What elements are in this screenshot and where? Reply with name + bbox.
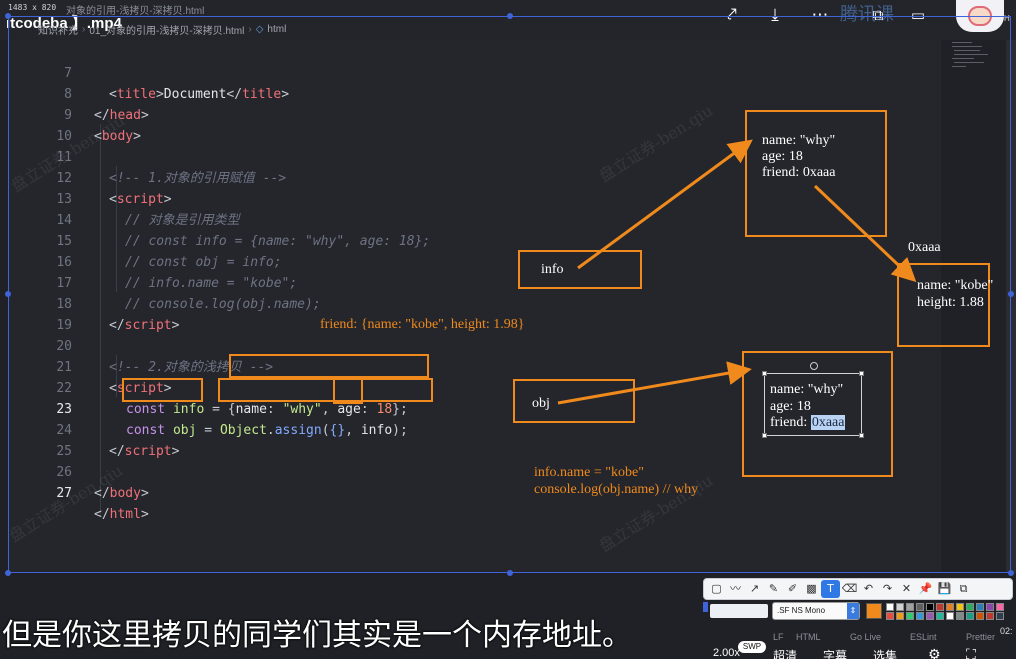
- pin-icon[interactable]: 📌: [916, 580, 935, 598]
- status-prettier[interactable]: Prettier: [966, 632, 995, 642]
- frame-handle[interactable]: [5, 291, 11, 297]
- frame-handle[interactable]: [1008, 570, 1014, 576]
- color-swatch[interactable]: [986, 612, 994, 620]
- color-swatch[interactable]: [926, 603, 934, 611]
- mosaic-tool-icon[interactable]: ▩: [802, 580, 821, 598]
- status-language[interactable]: HTML: [796, 632, 821, 642]
- quality-button[interactable]: 超清: [773, 647, 797, 659]
- status-eol[interactable]: LF: [773, 632, 784, 642]
- current-color-swatch[interactable]: [866, 603, 882, 619]
- settings-icon[interactable]: ⚙: [928, 647, 941, 659]
- text-style-bar: .SF NS Mono ⇕: [708, 602, 1013, 622]
- color-swatch[interactable]: [976, 612, 984, 620]
- swp-badge: SWP: [738, 641, 766, 653]
- fullscreen-icon[interactable]: ⛶: [966, 647, 976, 659]
- frame-handle[interactable]: [507, 13, 513, 19]
- highlighter-tool-icon[interactable]: ✐: [783, 580, 802, 598]
- color-swatch[interactable]: [906, 603, 914, 611]
- status-eslint[interactable]: ESLint: [910, 632, 937, 642]
- color-swatch[interactable]: [986, 603, 994, 611]
- frame-handle[interactable]: [5, 13, 11, 19]
- screen-annotation-frame[interactable]: [8, 16, 1011, 573]
- status-go-live[interactable]: Go Live: [850, 632, 881, 642]
- color-swatch[interactable]: [966, 612, 974, 620]
- color-swatch[interactable]: [926, 612, 934, 620]
- color-swatch[interactable]: [906, 612, 914, 620]
- color-swatch[interactable]: [966, 603, 974, 611]
- color-swatch[interactable]: [996, 612, 1004, 620]
- color-swatch[interactable]: [916, 603, 924, 611]
- close-icon[interactable]: ✕: [897, 580, 916, 598]
- frame-handle[interactable]: [507, 570, 513, 576]
- undo-icon[interactable]: ↶: [859, 580, 878, 598]
- color-swatch[interactable]: [936, 603, 944, 611]
- rectangle-tool-icon[interactable]: ▢: [707, 580, 726, 598]
- color-swatch[interactable]: [896, 603, 904, 611]
- subtitle-button[interactable]: 字幕: [823, 647, 847, 659]
- color-swatch[interactable]: [946, 612, 954, 620]
- redo-icon[interactable]: ↷: [878, 580, 897, 598]
- drawing-toolbar: ▢ 〰 ↗ ✎ ✐ ▩ T ⌫ ↶ ↷ ✕ 📌 💾 ⧉: [703, 578, 1013, 600]
- pen-tool-icon[interactable]: ✎: [764, 580, 783, 598]
- stroke-options[interactable]: [710, 604, 768, 618]
- pencil-tool-icon[interactable]: 〰: [726, 580, 745, 598]
- color-swatch[interactable]: [886, 603, 894, 611]
- color-swatch[interactable]: [956, 603, 964, 611]
- save-icon[interactable]: 💾: [935, 580, 954, 598]
- copy-icon[interactable]: ⧉: [954, 580, 973, 598]
- color-swatch[interactable]: [976, 603, 984, 611]
- arrow-tool-icon[interactable]: ↗: [745, 580, 764, 598]
- episode-button[interactable]: 选集: [873, 647, 897, 659]
- color-swatch[interactable]: [936, 612, 944, 620]
- color-swatch[interactable]: [996, 603, 1004, 611]
- color-swatch[interactable]: [946, 603, 954, 611]
- font-select[interactable]: .SF NS Mono ⇕: [772, 602, 860, 620]
- frame-handle[interactable]: [1008, 291, 1014, 297]
- chevron-down-icon: ⇕: [847, 603, 859, 619]
- status-bar: LF HTML Go Live ESLint Prettier: [0, 630, 1016, 659]
- eraser-tool-icon[interactable]: ⌫: [840, 580, 859, 598]
- color-swatch[interactable]: [886, 612, 894, 620]
- playback-time: 02:: [1000, 626, 1013, 636]
- color-swatch[interactable]: [956, 612, 964, 620]
- text-tool-icon[interactable]: T: [821, 580, 840, 598]
- color-swatch[interactable]: [916, 612, 924, 620]
- color-swatch[interactable]: [896, 612, 904, 620]
- frame-handle[interactable]: [5, 570, 11, 576]
- playback-speed[interactable]: 2.00x: [713, 647, 740, 659]
